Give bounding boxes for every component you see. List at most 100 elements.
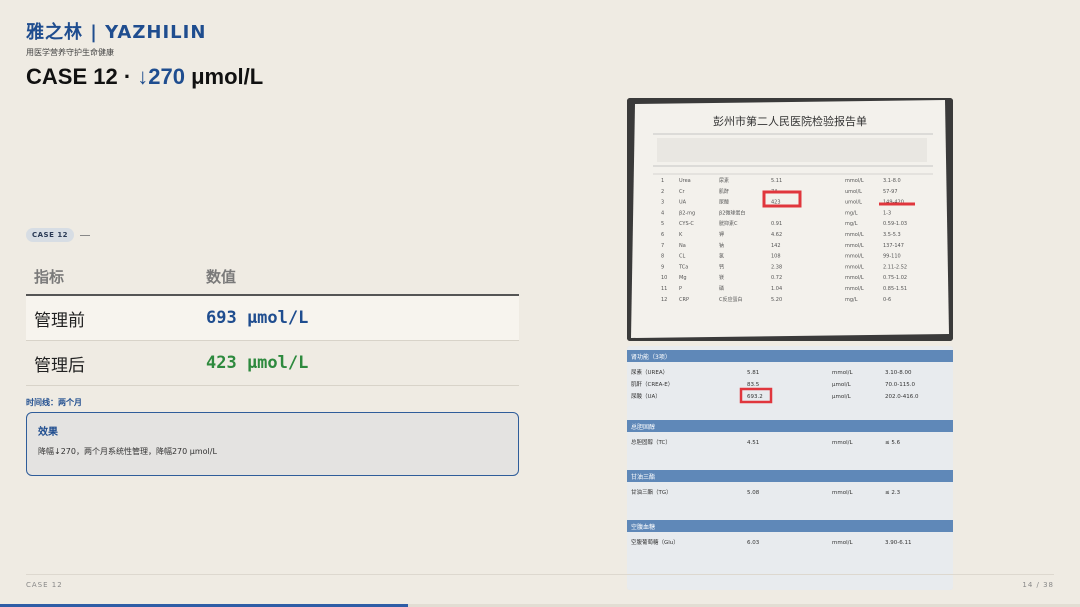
report2-cell: 3.90-6.11 (885, 540, 911, 546)
report1-cell: CRP (679, 297, 689, 303)
report1-cell: 0.75-1.02 (883, 275, 907, 281)
report1-cell: mmol/L (845, 275, 864, 281)
report1-cell: 10 (661, 275, 667, 281)
report2-section-bar (627, 420, 953, 432)
report2-cell: ≤ 2.3 (885, 490, 901, 496)
report2-cell: mmol/L (832, 540, 853, 546)
row-value-before: 693 μmol/L (206, 308, 309, 328)
report2-section-name: 甘油三酯 (631, 473, 655, 481)
report1-cell: 0.85-1.51 (883, 286, 907, 292)
report1-cell: mmol/L (845, 243, 864, 249)
table-header: 指标 数值 (26, 258, 519, 296)
report1-cell: P (679, 286, 682, 292)
report1-cell: 0-6 (883, 297, 891, 303)
lab-report-photo-before: 肾功能（3项） 尿素（UREA） 5.81 mmol/L 3.10-8.00 肌酐（CRE… (627, 346, 953, 590)
report2-section-name: 总胆固醇 (631, 423, 655, 431)
report1-cell: 99-110 (883, 254, 901, 260)
report2-cell: 693.2 (747, 394, 763, 400)
report1-cell: 137-147 (883, 243, 904, 249)
report1-cell: TCa (678, 264, 688, 270)
report2-section-name: 空腹血糖 (631, 523, 655, 531)
row-label-after: 管理后 (34, 355, 85, 376)
report1-cell: 尿素 (719, 177, 729, 184)
page-number: 14 / 38 (1022, 581, 1054, 589)
table-row: 管理后 423 μmol/L (26, 341, 519, 386)
row-label-before: 管理前 (34, 310, 85, 331)
report1-cell: 3.1-8.0 (883, 178, 901, 184)
report1-cell: 57-97 (883, 189, 898, 195)
report1-cell: 0.91 (771, 221, 782, 227)
report1-cell: 3.5-5.3 (883, 232, 901, 238)
report1-cell: mmol/L (845, 232, 864, 238)
report2-cell: ≤ 5.6 (885, 440, 901, 446)
report2-cell: 83.5 (747, 382, 760, 388)
report1-cell: 6 (661, 232, 664, 238)
report1-cell: 2.11-2.52 (883, 264, 907, 270)
report1-cell: 4.62 (771, 232, 782, 238)
report1-cell: 1.04 (771, 286, 782, 292)
report1-cell: 11 (661, 286, 667, 292)
report2-cell: 总胆固醇（TC） (631, 438, 671, 446)
case-badge-dash (80, 234, 91, 236)
report1-cell: CYS-C (679, 221, 694, 227)
report1-cell: Na (679, 243, 686, 249)
report1-cell: 钠 (719, 242, 724, 249)
effect-text: 降幅↓270，两个月系统性管理，降幅270 μmol/L (38, 447, 217, 456)
report1-cell: 镁 (719, 274, 724, 281)
header-indicator: 指标 (34, 267, 65, 286)
report2-cell: 空腹葡萄糖（Glu） (631, 538, 679, 546)
report1-cell: 8 (661, 254, 664, 260)
report1-title: 彭州市第二人民医院检验报告单 (713, 114, 867, 128)
report1-cell: 3 (661, 200, 664, 206)
report1-cell: 2.38 (771, 264, 782, 270)
report2-cell: 甘油三酯（TG） (631, 488, 672, 496)
report1-cell: 氯 (719, 253, 724, 260)
report1-cell: Urea (679, 178, 691, 184)
report1-cell: 胱抑素C (719, 220, 738, 227)
timeline-label: 时间线：两个月 (26, 398, 82, 407)
report2-cell: 尿酸（UA） (631, 392, 661, 400)
report2-cell: 6.03 (747, 540, 760, 546)
case-badge: CASE 12 (26, 228, 75, 242)
report2-cell: 3.10-8.00 (885, 370, 912, 376)
report1-cell: umol/L (845, 189, 862, 195)
report1-cell: mg/L (845, 210, 858, 216)
report1-cell: 钾 (719, 231, 724, 238)
report1-cell: 2 (661, 189, 664, 195)
report2-section-name: 肾功能（3项） (631, 353, 671, 361)
report2-cell: 尿素（UREA） (631, 368, 668, 376)
comparison-table: 指标 数值 管理前 693 μmol/L 管理后 423 μmol/L (26, 258, 519, 386)
footer-divider (26, 574, 1054, 575)
page-title: CASE 12 · ↓270 μmol/L (26, 64, 263, 90)
effect-title: 效果 (38, 427, 58, 438)
footer-case-label: CASE 12 (26, 581, 63, 589)
report1-cell: CL (679, 254, 685, 260)
report2-cell: 4.51 (747, 440, 759, 446)
report2-cell: mmol/L (832, 490, 853, 496)
report1-cell: 9 (661, 264, 664, 270)
report1-cell: 12 (661, 297, 667, 303)
report1-cell: C反应蛋白 (719, 296, 743, 303)
report2-cell: 肌酐（CREA-E） (631, 381, 673, 388)
brand-logo: 雅之林 | YAZHILIN (26, 22, 207, 43)
report2-cell: μmol/L (832, 394, 852, 400)
report1-cell: 142 (771, 243, 781, 249)
report2-cell: 5.08 (747, 490, 760, 496)
report1-cell: 7 (661, 243, 664, 249)
report1-cell: 5.20 (771, 297, 782, 303)
report1-cell: Mg (679, 275, 687, 281)
report1-cell: UA (679, 200, 687, 206)
report1-cell: 108 (771, 254, 781, 260)
report2-cell: 70.0-115.0 (885, 382, 915, 388)
report1-cell: mg/L (845, 297, 858, 303)
lab-report-photo-after: 彭州市第二人民医院检验报告单 1 Urea 尿素 5.11 mmol/L 3.1-8.0 2… (627, 98, 953, 341)
report2-cell: mmol/L (832, 440, 853, 446)
row-value-after: 423 μmol/L (206, 353, 309, 373)
title-prefix: CASE 12 · (26, 64, 138, 89)
report1-cell: 0.72 (771, 275, 782, 281)
report2-section-bar (627, 350, 953, 362)
report2-section-bar (627, 470, 953, 482)
report2-svg: 肾功能（3项） 尿素（UREA） 5.81 mmol/L 3.10-8.00 肌酐（CRE… (627, 346, 953, 590)
report1-svg: 彭州市第二人民医院检验报告单 1 Urea 尿素 5.11 mmol/L 3.1-8.0 2… (627, 98, 953, 341)
report1-cell: 1-3 (883, 210, 891, 216)
